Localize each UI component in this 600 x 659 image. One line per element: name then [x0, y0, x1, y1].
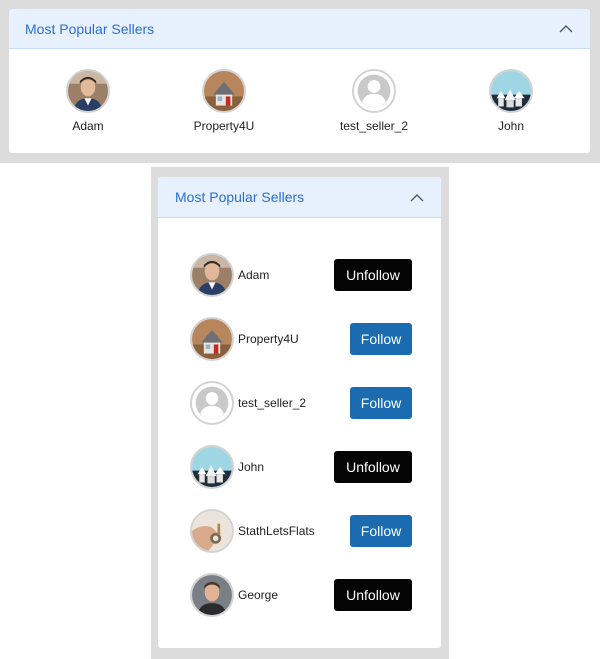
- keys-in-hand-avatar[interactable]: [190, 509, 234, 553]
- seller-row-property4u: Property4U Follow: [190, 316, 412, 362]
- top-seller-item-property4u[interactable]: Property4U: [169, 69, 279, 133]
- seller-name[interactable]: StathLetsFlats: [238, 524, 350, 538]
- follow-button[interactable]: Follow: [350, 515, 412, 547]
- sky-houses-avatar[interactable]: [489, 69, 533, 113]
- top-seller-item-adam[interactable]: Adam: [33, 69, 143, 133]
- top-seller-name[interactable]: Property4U: [194, 119, 255, 133]
- unfollow-button[interactable]: Unfollow: [334, 451, 412, 483]
- default-user-avatar[interactable]: [190, 381, 234, 425]
- house-photo-avatar[interactable]: [202, 69, 246, 113]
- unfollow-button[interactable]: Unfollow: [334, 259, 412, 291]
- top-seller-item-john[interactable]: John: [456, 69, 566, 133]
- top-seller-item-test-seller-2[interactable]: test_seller_2: [319, 69, 429, 133]
- top-seller-name[interactable]: Adam: [72, 119, 103, 133]
- seller-name[interactable]: John: [238, 460, 334, 474]
- chevron-up-icon[interactable]: [409, 189, 425, 205]
- top-sellers-card: Most Popular Sellers Adam Property4U tes…: [9, 9, 590, 153]
- follow-button[interactable]: Follow: [350, 323, 412, 355]
- man-portrait-avatar[interactable]: [66, 69, 110, 113]
- side-sellers-frame: Most Popular Sellers Adam Unfollow Prope…: [151, 167, 449, 659]
- chevron-up-icon[interactable]: [558, 21, 574, 37]
- man-portrait-avatar[interactable]: [190, 573, 234, 617]
- seller-name[interactable]: test_seller_2: [238, 396, 350, 410]
- side-sellers-header[interactable]: Most Popular Sellers: [158, 177, 441, 218]
- seller-row-adam: Adam Unfollow: [190, 252, 412, 298]
- seller-row-george: George Unfollow: [190, 572, 412, 618]
- top-sellers-title: Most Popular Sellers: [25, 20, 155, 37]
- top-seller-name[interactable]: John: [498, 119, 524, 133]
- seller-name[interactable]: George: [238, 588, 334, 602]
- seller-row-stathletsflats: StathLetsFlats Follow: [190, 508, 412, 554]
- top-seller-name[interactable]: test_seller_2: [340, 119, 408, 133]
- side-sellers-title: Most Popular Sellers: [175, 189, 305, 205]
- top-sellers-list: Adam Property4U test_seller_2 John: [9, 49, 590, 153]
- house-photo-avatar[interactable]: [190, 317, 234, 361]
- seller-name[interactable]: Property4U: [238, 332, 350, 346]
- seller-row-test-seller-2: test_seller_2 Follow: [190, 380, 412, 426]
- seller-row-john: John Unfollow: [190, 444, 412, 490]
- top-sellers-header[interactable]: Most Popular Sellers: [9, 9, 590, 49]
- side-sellers-card: Most Popular Sellers Adam Unfollow Prope…: [158, 177, 441, 648]
- sky-houses-avatar[interactable]: [190, 445, 234, 489]
- top-sellers-frame: Most Popular Sellers Adam Property4U tes…: [0, 0, 600, 163]
- follow-button[interactable]: Follow: [350, 387, 412, 419]
- unfollow-button[interactable]: Unfollow: [334, 579, 412, 611]
- man-portrait-avatar[interactable]: [190, 253, 234, 297]
- default-user-avatar[interactable]: [352, 69, 396, 113]
- seller-name[interactable]: Adam: [238, 268, 334, 282]
